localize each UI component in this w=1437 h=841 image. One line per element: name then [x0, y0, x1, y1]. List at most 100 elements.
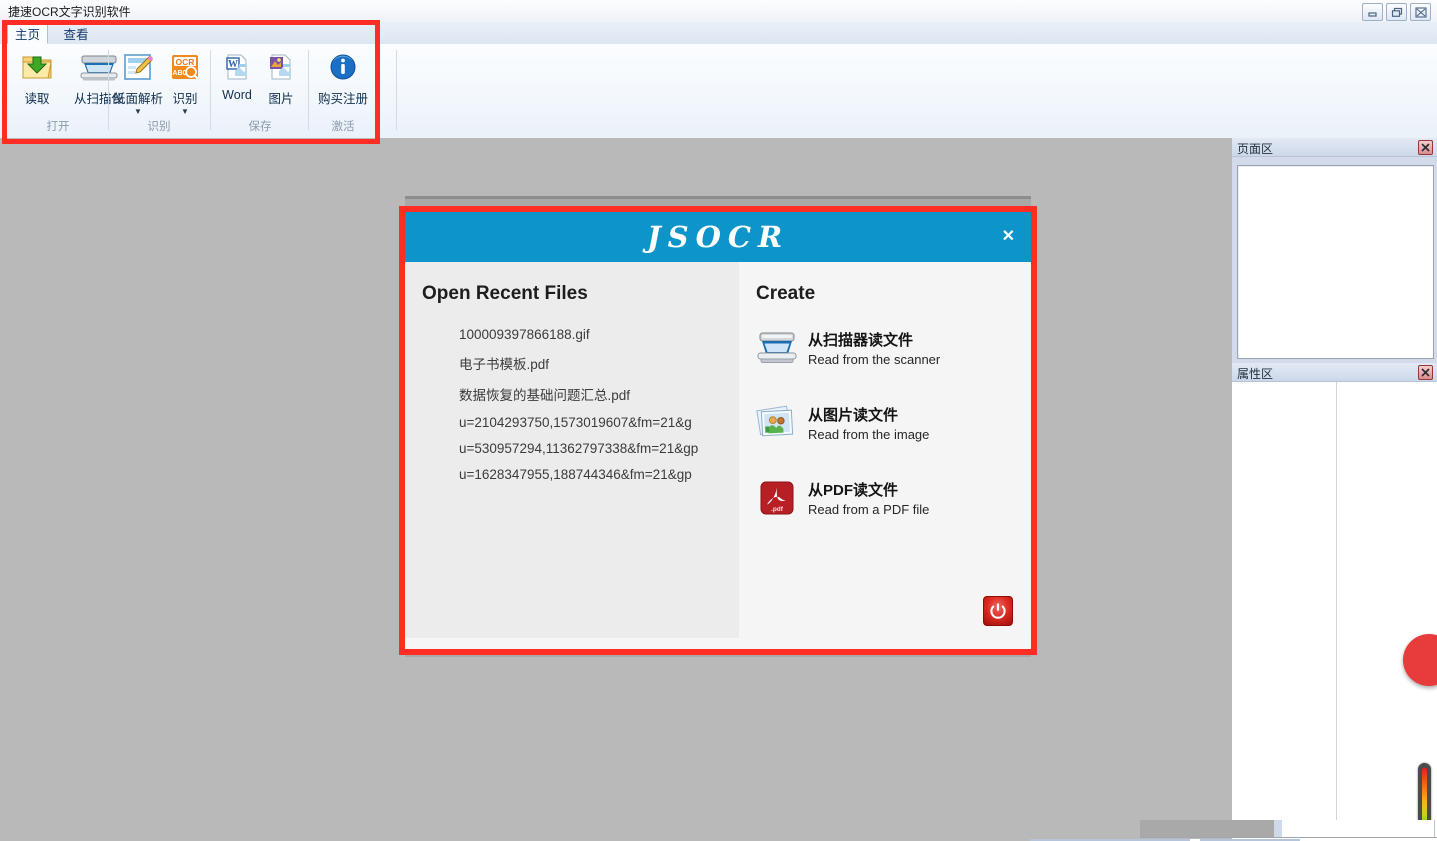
page-analysis-icon [122, 50, 154, 84]
recent-files-column: Open Recent Files 100009397866188.gif 电子… [405, 262, 739, 638]
property-area-close-button[interactable] [1418, 365, 1433, 380]
open-folder-icon [21, 50, 53, 84]
save-word-label: Word [222, 88, 252, 102]
window-controls [1362, 3, 1431, 21]
list-item[interactable]: u=530957294,11362797338&fm=21&gp [459, 441, 715, 456]
group-divider [108, 50, 109, 130]
close-icon [1421, 368, 1430, 377]
app-logo: JSOCR [646, 220, 790, 254]
recognize-label: 识别 [172, 92, 198, 106]
create-from-scanner-title: 从扫描器读文件 [808, 332, 914, 349]
create-from-image-title: 从图片读文件 [808, 407, 899, 424]
ribbon-group-save: W Word 图片 保存 [214, 44, 306, 138]
dialog-titlebar: JSOCR ✕ [405, 212, 1031, 262]
welcome-dialog: JSOCR ✕ Open Recent Files 10000939786618… [399, 206, 1037, 655]
status-bar-cell [1282, 820, 1435, 837]
tab-view[interactable]: 查看 [52, 22, 100, 44]
create-column: Create 从扫描器读文件 Read from the scanner 从图片… [739, 262, 1031, 638]
buy-register-label: 购买注册 [317, 92, 368, 106]
ocr-icon: OCR ABC [170, 50, 200, 84]
page-area-title: 页面区 [1237, 142, 1274, 156]
create-from-pdf-subtitle: Read from a PDF file [808, 502, 930, 517]
scanner-icon [756, 327, 798, 369]
status-bar-accent [1274, 820, 1282, 837]
ribbon-tabstrip: 主页 查看 [0, 22, 1437, 45]
create-from-pdf[interactable]: .pdf 从PDF读文件 Read from a PDF file [756, 477, 1031, 519]
list-item[interactable]: u=2104293750,1573019607&fm=21&g [459, 415, 715, 430]
buy-register-button[interactable]: 购买注册 [312, 46, 374, 107]
recent-files-list: 100009397866188.gif 电子书模板.pdf 数据恢复的基础问题汇… [405, 327, 739, 482]
property-grid-splitter[interactable] [1336, 382, 1337, 822]
power-icon [990, 603, 1006, 619]
ribbon-group-recognize: 纸面解析 ▼ OCR ABC 识别 ▼ 识别 [112, 44, 206, 138]
tab-view-label: 查看 [63, 27, 89, 42]
create-from-pdf-title: 从PDF读文件 [808, 482, 899, 499]
list-item[interactable]: u=1628347955,188744346&fm=21&gp [459, 467, 715, 482]
page-thumbnail-area[interactable] [1237, 165, 1434, 359]
ribbon-group-activate: 购买注册 激活 [310, 44, 376, 138]
page-analysis-label: 纸面解析 [112, 92, 163, 106]
window-titlebar: 捷速OCR文字识别软件 [0, 0, 1437, 23]
page-area-close-button[interactable] [1418, 140, 1433, 155]
read-button[interactable]: 读取 [6, 46, 68, 107]
page-area-header: 页面区 [1232, 138, 1437, 157]
group-divider [378, 50, 379, 130]
page-analysis-button[interactable]: 纸面解析 ▼ [112, 46, 164, 116]
status-bar-divider [1140, 837, 1437, 838]
dialog-close-button[interactable]: ✕ [1002, 229, 1015, 245]
create-options-list: 从扫描器读文件 Read from the scanner 从图片读文件 Rea… [756, 327, 1031, 519]
image-doc-icon [266, 50, 296, 84]
property-grid[interactable] [1232, 382, 1437, 822]
pdf-icon: .pdf [756, 477, 798, 519]
recent-files-title: Open Recent Files [422, 283, 588, 304]
create-from-image-subtitle: Read from the image [808, 427, 930, 442]
restore-button[interactable] [1386, 3, 1407, 21]
save-image-button[interactable]: 图片 [260, 46, 302, 107]
ribbon-group-activate-label: 激活 [331, 121, 355, 133]
info-icon [329, 50, 357, 84]
window-title: 捷速OCR文字识别软件 [8, 5, 131, 19]
tab-home[interactable]: 主页 [7, 22, 48, 44]
close-icon [1421, 143, 1430, 152]
list-item[interactable]: 100009397866188.gif [459, 327, 715, 342]
ribbon-group-recognize-label: 识别 [147, 121, 171, 133]
dialog-body: Open Recent Files 100009397866188.gif 电子… [405, 262, 1031, 638]
ribbon-body: 读取 从扫描仪 打开 纸面解析 ▼ OCR ABC 识别 ▼ 识别 W Word… [0, 44, 1437, 139]
close-button[interactable] [1410, 3, 1431, 21]
ribbon-group-open: 读取 从扫描仪 打开 [6, 44, 124, 138]
application-window: 捷速OCR文字识别软件 主页 查看 读取 从扫描仪 打开 纸面解析 ▼ OCR … [0, 0, 1437, 841]
property-area-title: 属性区 [1237, 367, 1274, 381]
save-image-label: 图片 [268, 92, 294, 106]
chevron-down-icon[interactable]: ▼ [181, 108, 189, 116]
create-title: Create [756, 283, 816, 304]
chevron-down-icon[interactable]: ▼ [134, 108, 142, 116]
word-doc-icon: W [222, 50, 252, 84]
group-divider [308, 50, 309, 130]
svg-text:W: W [228, 59, 238, 70]
page-area-panel: 页面区 [1232, 138, 1437, 363]
ribbon: 主页 查看 读取 从扫描仪 打开 纸面解析 ▼ OCR ABC 识别 ▼ 识别 … [0, 22, 1437, 139]
status-bar-filler [1140, 820, 1274, 837]
property-area-header: 属性区 [1232, 363, 1437, 382]
minimize-button[interactable] [1362, 3, 1383, 21]
property-area-panel: 属性区 [1232, 363, 1437, 841]
create-from-scanner-subtitle: Read from the scanner [808, 352, 941, 367]
group-divider [396, 50, 397, 130]
recognize-button[interactable]: OCR ABC 识别 ▼ [164, 46, 206, 116]
right-dock: 页面区 属性区 [1232, 138, 1437, 841]
list-item[interactable]: 数据恢复的基础问题汇总.pdf [459, 384, 715, 404]
photos-icon [756, 402, 798, 444]
group-divider [210, 50, 211, 130]
save-word-button[interactable]: W Word [214, 46, 260, 102]
tab-home-label: 主页 [14, 27, 40, 42]
status-bar [1030, 820, 1437, 841]
svg-text:.pdf: .pdf [771, 506, 784, 513]
list-item[interactable]: 电子书模板.pdf [459, 353, 715, 373]
read-button-label: 读取 [24, 92, 50, 106]
ribbon-group-open-label: 打开 [46, 121, 70, 133]
exit-power-button[interactable] [983, 596, 1013, 626]
create-from-scanner[interactable]: 从扫描器读文件 Read from the scanner [756, 327, 1031, 369]
svg-text:OCR: OCR [176, 57, 195, 67]
ribbon-group-save-label: 保存 [248, 121, 272, 133]
create-from-image[interactable]: 从图片读文件 Read from the image [756, 402, 1031, 444]
